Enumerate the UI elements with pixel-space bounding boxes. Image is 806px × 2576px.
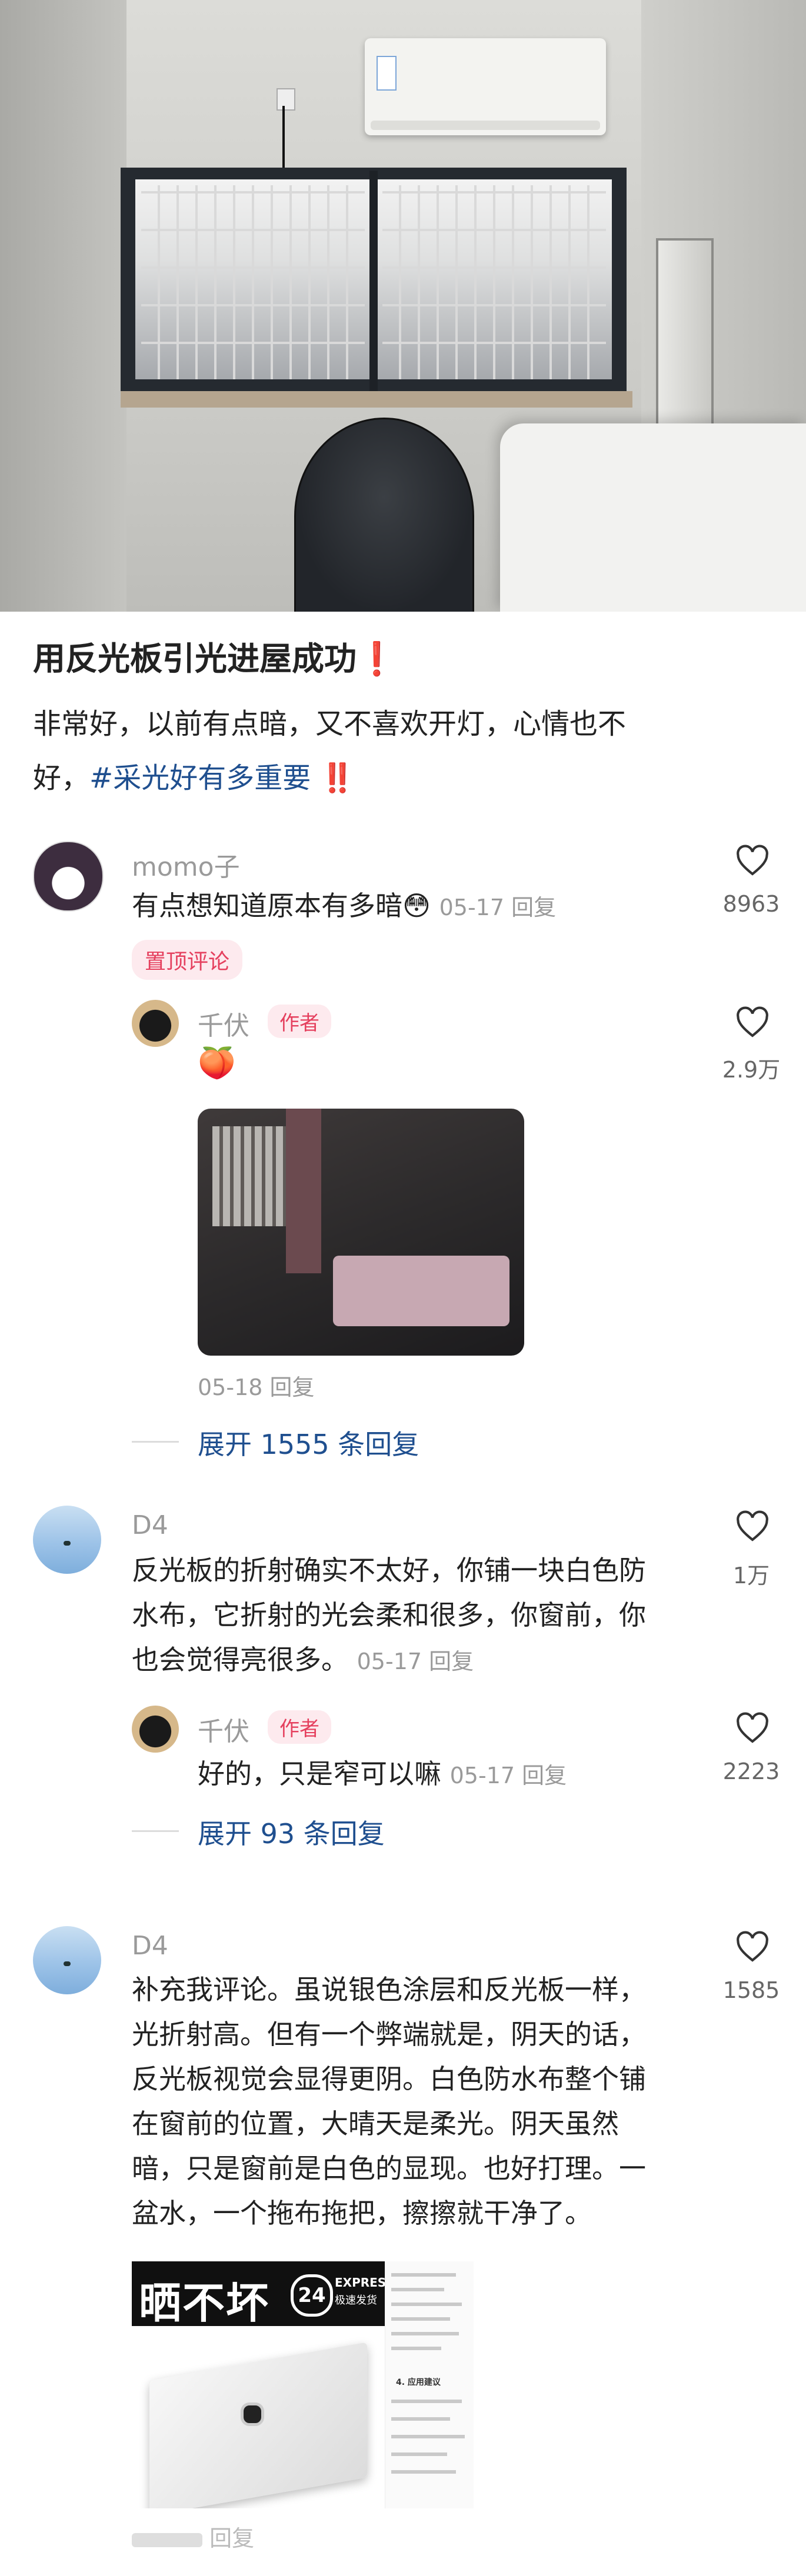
expand-divider (132, 1441, 179, 1443)
like-count: 2223 (722, 1759, 780, 1784)
comment-text-line: 也会觉得亮很多。 05-17 回复 (132, 1637, 691, 1684)
reply-meta-reply[interactable]: 05-17 回复 (450, 1763, 567, 1788)
express-sublabel: 极速发货 (335, 2294, 377, 2307)
reply-avatar[interactable] (132, 1000, 179, 1047)
comment-text-line: 光折射高。但有一个弊端就是，阴天的话， (132, 2018, 646, 2050)
exclamation-icon: ❗ (357, 640, 397, 678)
product-banner-text: 晒不坏 (139, 2278, 270, 2328)
comment-image-tarp-product[interactable]: 晒不坏 24 EXPRESS 极速发货 (132, 2261, 385, 2508)
pinned-comment-badge: 置顶评论 (132, 940, 243, 980)
comment-meta-reply[interactable]: 回复 (132, 2520, 254, 2552)
expand-replies-link[interactable]: 展开 1555 条回复 (198, 1423, 419, 1462)
express-label: EXPRESS (335, 2275, 385, 2290)
expand-divider (132, 1830, 179, 1832)
post-hero-photo[interactable] (0, 0, 806, 612)
express-badge-icon: 24 (291, 2274, 333, 2317)
double-exclamation-icon: ‼️ (319, 762, 355, 795)
photo-window-mullion (369, 171, 378, 403)
comment-text: 有点想知道原本有多暗😳 05-17 回复 (132, 883, 556, 930)
like-button[interactable] (734, 1929, 771, 1968)
post-title: 用反光板引光进屋成功❗ (33, 632, 397, 679)
peach-icon: 🍑 (198, 1046, 236, 1081)
reply-text-content: 好的，只是窄可以嘛 (198, 1758, 441, 1790)
photo-curtain (286, 1109, 321, 1273)
photo-wall-left (0, 0, 126, 612)
photo-window-sill (121, 391, 632, 408)
avatar[interactable] (33, 841, 104, 912)
author-badge: 作者 (268, 1710, 331, 1744)
heart-outline-icon[interactable] (734, 1005, 771, 1041)
comment-text-line: 水布，它折射的光会柔和很多，你窗前，你 (132, 1599, 646, 1631)
comment-text: 补充我评论。虽说银色涂层和反光板一样， 光折射高。但有一个弊端就是，阴天的话， … (132, 1967, 697, 2235)
comment-author-name[interactable]: D4 (132, 1510, 168, 1540)
photo-window-grille-right (382, 185, 606, 379)
comment-image-spec-sheet[interactable]: 4. 应用建议 (385, 2261, 474, 2508)
like-count: 1万 (732, 1563, 770, 1589)
reply-avatar[interactable] (132, 1706, 179, 1753)
photo-ac-vent (371, 121, 600, 130)
post-body-text: 好， (33, 762, 90, 795)
author-badge: 作者 (268, 1005, 331, 1038)
spec-sheet-heading: 4. 应用建议 (396, 2378, 441, 2387)
blurred-date (132, 2532, 202, 2547)
post-body-line: 好，#采光好有多重要 ‼️ (33, 751, 768, 805)
like-count: 1585 (722, 1977, 780, 2003)
comment-text-line: 反光板视觉会显得更阴。白色防水布整个铺 (132, 2063, 646, 2095)
comment-meta-reply[interactable]: 05-17 回复 (357, 1649, 474, 1674)
grommet-icon (241, 2403, 264, 2426)
photo-cushion (500, 423, 806, 612)
comment-text-line: 盆水，一个拖布拖把，擦擦就干净了。 (132, 2197, 592, 2229)
reply-image-dark-room[interactable] (198, 1109, 524, 1356)
reply-author-name[interactable]: 千伏 (198, 1710, 249, 1748)
photo-bed (333, 1256, 509, 1326)
comment-text-content: 有点想知道原本有多暗😳 (132, 890, 431, 922)
comment-text-line: 反光板的折射确实不太好，你铺一块白色防 (132, 1554, 646, 1586)
photo-outlet (277, 88, 295, 111)
post-body-line: 非常好，以前有点暗，又不喜欢开灯，心情也不 (33, 708, 627, 740)
post-body: 非常好，以前有点暗，又不喜欢开灯，心情也不 好，#采光好有多重要 ‼️ (33, 697, 768, 805)
like-button[interactable] (734, 1710, 771, 1749)
like-button[interactable] (734, 1509, 771, 1547)
comment-text-line: 补充我评论。虽说银色涂层和反光板一样， (132, 1974, 646, 2006)
like-button[interactable] (734, 843, 771, 882)
hashtag-link[interactable]: #采光好有多重要 (89, 762, 311, 795)
avatar[interactable] (33, 1926, 101, 1994)
reply-author-name[interactable]: 千伏 (198, 1005, 249, 1042)
comment-text-line: 暗，只是窗前是白色的显现。也好打理。一 (132, 2153, 646, 2184)
heart-outline-icon[interactable] (734, 1509, 771, 1545)
like-count: 2.9万 (722, 1057, 781, 1083)
comment-author-name[interactable]: momo子 (132, 846, 240, 883)
photo-window-grille-left (141, 185, 365, 379)
avatar[interactable] (33, 1506, 101, 1574)
heart-outline-icon[interactable] (734, 1710, 771, 1747)
heart-outline-icon[interactable] (734, 1929, 771, 1966)
comment-text-content: 也会觉得亮很多。 (132, 1644, 348, 1676)
photo-ac-label (377, 56, 397, 91)
like-button[interactable] (734, 1005, 771, 1043)
photo-reflector (294, 418, 474, 612)
comment-meta-reply[interactable]: 05-17 回复 (439, 895, 557, 920)
post-title-text: 用反光板引光进屋成功 (33, 640, 357, 678)
reply-text: 好的，只是窄可以嘛 05-17 回复 (198, 1751, 567, 1798)
reply-meta-reply[interactable]: 05-18 回复 (198, 1369, 315, 1402)
comment-text: 反光板的折射确实不太好，你铺一块白色防 水布，它折射的光会柔和很多，你窗前，你 … (132, 1548, 691, 1684)
like-count: 8963 (722, 891, 780, 917)
comment-text-line: 在窗前的位置，大晴天是柔光。阴天虽然 (132, 2108, 619, 2140)
comment-author-name[interactable]: D4 (132, 1931, 168, 1961)
expand-replies-link[interactable]: 展开 93 条回复 (198, 1813, 385, 1851)
heart-outline-icon[interactable] (734, 843, 771, 879)
reply-link-text[interactable]: 回复 (209, 2525, 254, 2551)
